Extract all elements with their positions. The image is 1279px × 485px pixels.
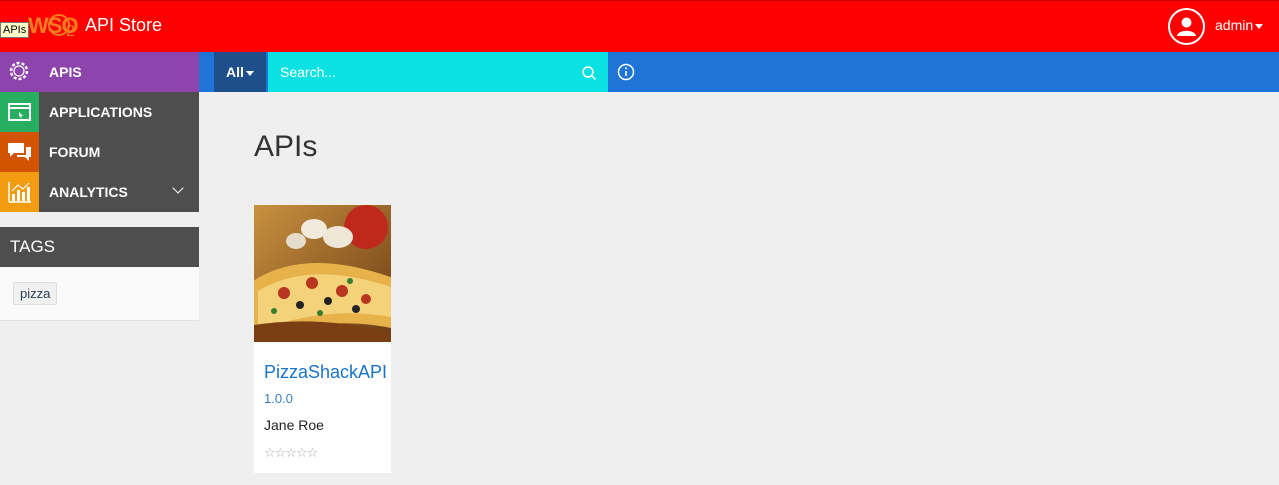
application-window-icon [0,92,39,132]
chevron-down-icon[interactable] [172,182,184,194]
caret-down-icon [245,70,254,76]
nav-label: ANALYTICS [49,184,128,200]
tag-pizza[interactable]: pizza [13,282,58,305]
filter-label: All [226,64,244,80]
nav-item-applications[interactable]: APPLICATIONS [0,92,199,132]
tags-title: TAGS [10,237,56,256]
api-thumbnail[interactable] [254,205,391,342]
chart-icon [0,172,39,212]
nav-label: APIS [49,64,82,80]
search-input[interactable] [268,52,608,92]
logo-sub: 2 [66,23,75,40]
top-header: WSO 2 APIs API Store admin [0,0,1279,52]
store-title[interactable]: API Store [85,15,162,36]
api-card[interactable]: PizzaShackAPI 1.0.0 Jane Roe ☆☆☆☆☆ [254,205,391,473]
search-bar: All [199,52,1279,92]
search-filter-dropdown[interactable]: All [214,52,266,92]
nav-item-forum[interactable]: FORUM [0,132,199,172]
nav-item-analytics[interactable]: ANALYTICS [0,172,199,212]
nav-label: FORUM [49,144,101,160]
tags-header: TAGS [0,227,199,267]
chat-bubbles-icon [0,132,39,172]
api-version: 1.0.0 [264,391,293,406]
tags-list: pizza [0,267,199,321]
api-author: Jane Roe [264,417,324,433]
nav-item-apis[interactable]: APIS [0,52,199,92]
star-rating[interactable]: ☆☆☆☆☆ [264,445,318,461]
logo-tooltip: APIs [0,22,30,38]
info-icon[interactable] [617,63,635,81]
page-title: APIs [254,130,318,163]
user-menu[interactable]: admin [1215,17,1264,33]
search-icon[interactable] [581,65,597,81]
api-name-link[interactable]: PizzaShackAPI [264,362,387,383]
user-name: admin [1215,17,1254,33]
user-avatar-icon[interactable] [1168,8,1205,45]
api-gear-icon [0,52,39,92]
nav-label: APPLICATIONS [49,104,153,120]
caret-down-icon [1255,23,1264,29]
